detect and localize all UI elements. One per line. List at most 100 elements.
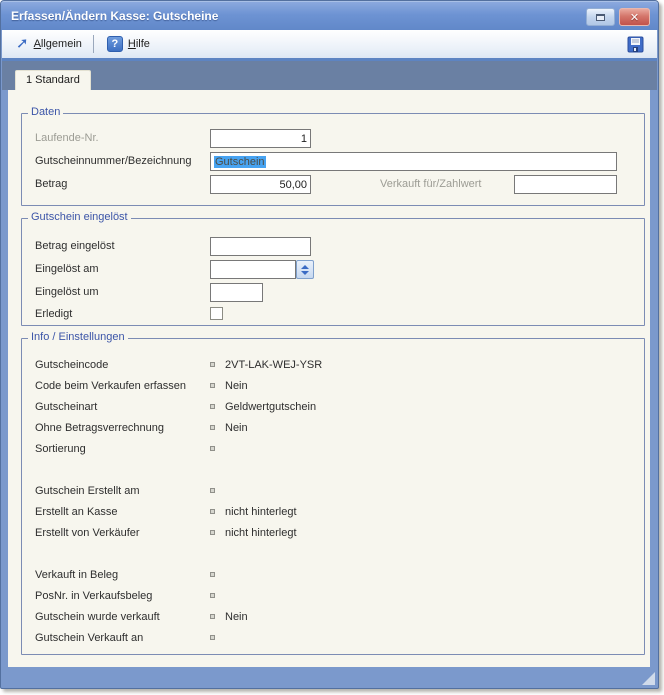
bullet-icon (210, 446, 215, 451)
bullet-icon (210, 488, 215, 493)
betrag-input[interactable] (210, 175, 311, 194)
bullet-icon (210, 425, 215, 430)
save-floppy-icon (627, 36, 644, 53)
info-row-gutscheincode: Gutscheincode 2VT-LAK-WEJ-YSR (22, 356, 644, 376)
row-laufende-nr: Laufende-Nr. (22, 129, 644, 149)
row-bezeichnung: Gutscheinnummer/Bezeichnung Gutschein (22, 152, 644, 172)
info-label: Verkauft in Beleg (35, 569, 118, 581)
info-label: Gutschein wurde verkauft (35, 611, 160, 623)
bullet-icon (210, 635, 215, 640)
row-erledigt: Erledigt (22, 305, 644, 325)
arrow-up-right-icon: ➚ (16, 37, 29, 51)
allgemein-button[interactable]: ➚ Allgemein (10, 34, 88, 54)
allgemein-label: Allgemein (34, 38, 82, 50)
laufende-nr-input[interactable] (210, 129, 311, 148)
info-value: Nein (225, 380, 248, 392)
info-row-blank (22, 545, 644, 565)
info-row-erstellt-verkaeufer: Erstellt von Verkäufer nicht hinterlegt (22, 524, 644, 544)
zahlwert-input[interactable] (514, 175, 617, 194)
tab-standard-label: 1 Standard (26, 74, 80, 86)
laufende-nr-label: Laufende-Nr. (35, 132, 99, 144)
info-label: Gutscheincode (35, 359, 108, 371)
info-row-code-erfassen: Code beim Verkaufen erfassen Nein (22, 377, 644, 397)
help-icon: ? (107, 36, 123, 52)
bullet-icon (210, 530, 215, 535)
info-value: Nein (225, 422, 248, 434)
bezeichnung-input[interactable]: Gutschein (210, 152, 617, 171)
info-value: Geldwertgutschein (225, 401, 316, 413)
zahlwert-label: Verkauft für/Zahlwert (380, 178, 482, 190)
bullet-icon (210, 404, 215, 409)
eingeloest-um-input[interactable] (210, 283, 263, 302)
title-bar[interactable]: Erfassen/Ändern Kasse: Gutscheine ✕ (1, 1, 658, 30)
info-label: Sortierung (35, 443, 86, 455)
info-row-posnr: PosNr. in Verkaufsbeleg (22, 587, 644, 607)
info-label: Code beim Verkaufen erfassen (35, 380, 186, 392)
info-row-blank (22, 461, 644, 481)
info-row-gutscheinart: Gutscheinart Geldwertgutschein (22, 398, 644, 418)
bullet-icon (210, 614, 215, 619)
info-value: Nein (225, 611, 248, 623)
erledigt-checkbox[interactable] (210, 307, 223, 320)
info-row-sortierung: Sortierung (22, 440, 644, 460)
resize-grip[interactable] (642, 672, 655, 685)
group-gutschein-eingeloest: Gutschein eingelöst Betrag eingelöst Ein… (21, 218, 645, 326)
group-info-legend: Info / Einstellungen (28, 331, 128, 343)
minimize-icon (596, 14, 605, 21)
bullet-icon (210, 509, 215, 514)
info-label: Gutscheinart (35, 401, 97, 413)
betrag-eingeloest-input[interactable] (210, 237, 311, 256)
eingeloest-um-label: Eingelöst um (35, 286, 99, 298)
tab-strip: 1 Standard (2, 61, 657, 90)
group-info-einstellungen: Info / Einstellungen Gutscheincode 2VT-L… (21, 338, 645, 655)
group-eingeloest-legend: Gutschein eingelöst (28, 211, 131, 223)
row-eingeloest-um: Eingelöst um (22, 283, 644, 303)
toolbar: ➚ Allgemein ? Hilfe (2, 30, 657, 58)
close-button[interactable]: ✕ (619, 8, 650, 26)
info-row-betragsverrechnung: Ohne Betragsverrechnung Nein (22, 419, 644, 439)
row-betrag-eingeloest: Betrag eingelöst (22, 237, 644, 257)
spinner-up-icon (301, 265, 309, 269)
bezeichnung-label: Gutscheinnummer/Bezeichnung (35, 155, 192, 167)
tab-standard[interactable]: 1 Standard (15, 70, 91, 90)
bullet-icon (210, 383, 215, 388)
info-label: Erstellt von Verkäufer (35, 527, 140, 539)
info-label: Gutschein Erstellt am (35, 485, 140, 497)
content-panel: Daten Laufende-Nr. Gutscheinnummer/Bezei… (8, 90, 650, 667)
row-betrag: Betrag Verkauft für/Zahlwert (22, 175, 644, 195)
info-label: Gutschein Verkauft an (35, 632, 143, 644)
spinner-down-icon (301, 271, 309, 275)
hilfe-label: Hilfe (128, 38, 150, 50)
toolbar-separator (93, 35, 94, 53)
bullet-icon (210, 362, 215, 367)
close-icon: ✕ (630, 11, 639, 24)
save-button[interactable] (622, 33, 649, 56)
date-spinner-button[interactable] (296, 260, 314, 279)
betrag-eingeloest-label: Betrag eingelöst (35, 240, 115, 252)
info-value: nicht hinterlegt (225, 506, 297, 518)
info-label: PosNr. in Verkaufsbeleg (35, 590, 152, 602)
window-title: Erfassen/Ändern Kasse: Gutscheine (11, 2, 218, 30)
dialog-window: Erfassen/Ändern Kasse: Gutscheine ✕ ➚ Al… (0, 0, 659, 689)
info-label: Ohne Betragsverrechnung (35, 422, 164, 434)
info-row-verkauft-beleg: Verkauft in Beleg (22, 566, 644, 586)
info-value: nicht hinterlegt (225, 527, 297, 539)
minimize-button[interactable] (586, 8, 615, 26)
group-daten-legend: Daten (28, 106, 63, 118)
bullet-icon (210, 593, 215, 598)
erledigt-label: Erledigt (35, 308, 72, 320)
info-label: Erstellt an Kasse (35, 506, 118, 518)
info-row-verkauft-an: Gutschein Verkauft an (22, 629, 644, 649)
bezeichnung-selected-text: Gutschein (214, 156, 266, 168)
info-row-wurde-verkauft: Gutschein wurde verkauft Nein (22, 608, 644, 628)
row-eingeloest-am: Eingelöst am (22, 260, 644, 280)
info-row-erstellt-kasse: Erstellt an Kasse nicht hinterlegt (22, 503, 644, 523)
bullet-icon (210, 572, 215, 577)
hilfe-button[interactable]: ? Hilfe (101, 33, 156, 55)
eingeloest-am-label: Eingelöst am (35, 263, 99, 275)
group-daten: Daten Laufende-Nr. Gutscheinnummer/Bezei… (21, 113, 645, 206)
info-row-erstellt-am: Gutschein Erstellt am (22, 482, 644, 502)
info-value: 2VT-LAK-WEJ-YSR (225, 359, 322, 371)
betrag-label: Betrag (35, 178, 67, 190)
eingeloest-am-input[interactable] (210, 260, 296, 279)
